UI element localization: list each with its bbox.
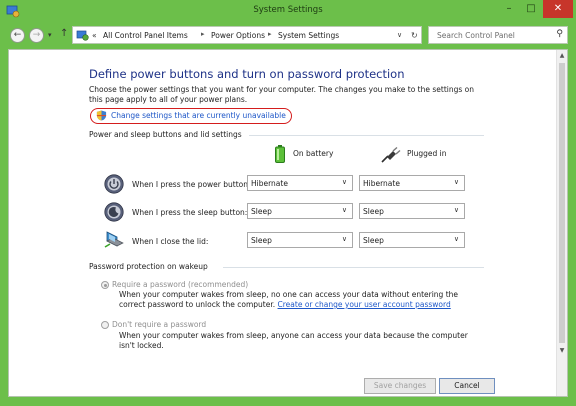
up-arrow-button[interactable]: ↑ [60,28,68,39]
breadcrumb-all-control-panel-items[interactable]: All Control Panel Items [103,31,188,40]
power-button-icon [104,174,124,194]
require-password-description: When your computer wakes from sleep, no … [119,290,479,310]
control-panel-icon [76,30,89,41]
chevron-down-icon: ∨ [453,178,459,186]
sleep-button-label: When I press the sleep button: [132,208,248,217]
require-password-label[interactable]: Require a password (recommended) [112,280,248,289]
require-password-radio[interactable] [101,281,109,289]
no-password-description: When your computer wakes from sleep, any… [119,331,468,350]
sleep-button-icon [104,202,124,222]
search-input[interactable]: Search Control Panel ⚲ [428,26,568,44]
vertical-scrollbar[interactable]: ▲ ▼ [556,50,567,396]
section-divider [223,267,484,268]
laptop-lid-icon [104,231,124,248]
chevron-down-icon: ∨ [341,235,347,243]
scroll-down-arrow-icon[interactable]: ▼ [557,346,567,356]
window: System Settings – □ ✕ ← → ▾ ↑ « All Cont… [0,0,576,406]
power-button-label: When I press the power button: [132,180,251,189]
power-button-plugged-select[interactable]: Hibernate ∨ [359,175,465,191]
plugged-in-header: Plugged in [407,149,447,158]
select-value: Sleep [251,207,272,216]
section-divider [249,135,484,136]
chevron-down-icon: ∨ [453,235,459,243]
select-value: Sleep [363,236,384,245]
select-value: Sleep [251,236,272,245]
chevron-down-icon: ∨ [341,206,347,214]
select-value: Sleep [363,207,384,216]
select-value: Hibernate [251,179,288,188]
sleep-button-plugged-select[interactable]: Sleep ∨ [359,203,465,219]
search-placeholder: Search Control Panel [437,31,515,40]
close-lid-battery-select[interactable]: Sleep ∨ [247,232,353,248]
save-changes-button[interactable]: Save changes [364,378,436,394]
power-section-heading: Power and sleep buttons and lid settings [89,130,242,139]
no-password-label[interactable]: Don't require a password [112,320,206,329]
power-plug-icon [381,147,401,163]
content-pane: Define power buttons and turn on passwor… [8,49,568,397]
select-value: Hibernate [363,179,400,188]
cancel-button[interactable]: Cancel [439,378,495,394]
power-button-battery-select[interactable]: Hibernate ∨ [247,175,353,191]
close-lid-plugged-select[interactable]: Sleep ∨ [359,232,465,248]
change-unavailable-settings-link[interactable]: Change settings that are currently unava… [90,108,292,124]
refresh-icon[interactable]: ↻ [411,31,418,40]
breadcrumb[interactable]: « All Control Panel Items ▸ Power Option… [72,26,422,44]
search-icon[interactable]: ⚲ [556,29,563,39]
breadcrumb-separator-icon[interactable]: ▸ [201,30,205,38]
chevron-down-icon: ∨ [453,206,459,214]
recent-locations-chevron-icon[interactable]: ▾ [48,31,52,39]
shield-icon [96,110,107,121]
create-password-link[interactable]: Create or change your user account passw… [278,300,451,309]
breadcrumb-separator-icon[interactable]: ▸ [268,30,272,38]
change-link-label[interactable]: Change settings that are currently unava… [111,111,286,120]
password-section-heading: Password protection on wakeup [89,262,208,271]
title-bar[interactable]: System Settings – □ ✕ [0,0,576,22]
on-battery-header: On battery [293,149,334,158]
forward-button[interactable]: → [29,28,44,43]
breadcrumb-system-settings[interactable]: System Settings [278,31,339,40]
page-title: Define power buttons and turn on passwor… [89,67,405,81]
address-bar: ← → ▾ ↑ « All Control Panel Items ▸ Powe… [8,22,568,49]
scroll-up-arrow-icon[interactable]: ▲ [557,51,567,61]
sleep-button-battery-select[interactable]: Sleep ∨ [247,203,353,219]
intro-text: Choose the power settings that you want … [89,85,475,104]
scrollbar-thumb[interactable] [559,63,565,343]
breadcrumb-power-options[interactable]: Power Options [211,31,265,40]
address-dropdown-chevron-icon[interactable]: ∨ [397,31,402,39]
no-password-radio[interactable] [101,321,109,329]
close-button[interactable]: ✕ [543,0,573,18]
battery-icon [275,145,285,163]
chevron-down-icon: ∨ [341,178,347,186]
window-title: System Settings [253,5,323,15]
breadcrumb-overflow[interactable]: « [92,31,97,40]
minimize-button[interactable]: – [498,0,520,18]
maximize-button[interactable]: □ [520,0,542,18]
close-lid-label: When I close the lid: [132,237,209,246]
back-button[interactable]: ← [10,28,25,43]
